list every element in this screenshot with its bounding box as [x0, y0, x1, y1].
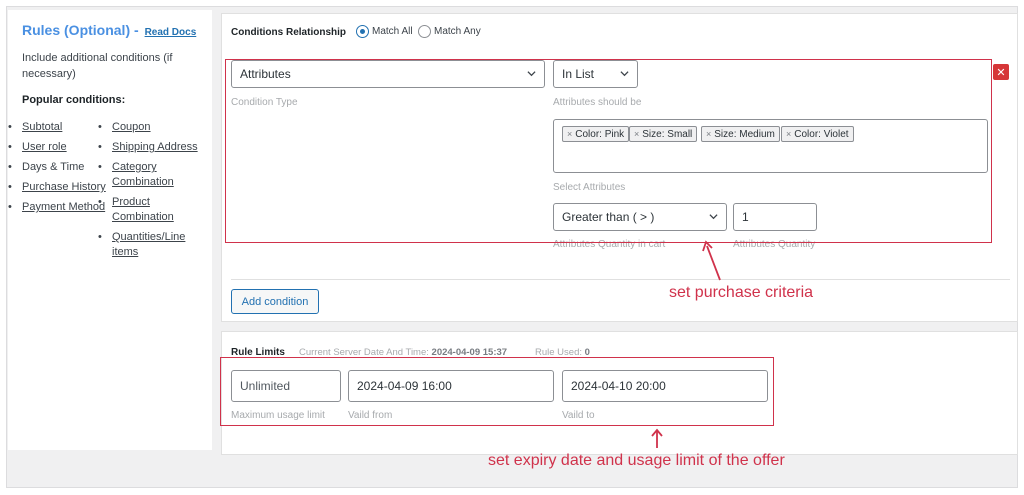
condition-link-product-combination[interactable]: Product Combination [98, 195, 208, 225]
sidebar-title: Rules (Optional) - Read Docs [22, 22, 196, 38]
annotation-purchase-criteria: set purchase criteria [669, 284, 814, 301]
condition-link-label[interactable]: Category Combination [112, 161, 174, 188]
divider [231, 279, 1010, 280]
popular-conditions-list-2: Coupon Shipping Address Category Combina… [98, 120, 208, 265]
arrow-up-icon [702, 240, 721, 281]
read-docs-link[interactable]: Read Docs [145, 27, 197, 38]
condition-link-quantities[interactable]: Quantities/Line items [98, 230, 208, 260]
condition-link-category-combination[interactable]: Category Combination [98, 160, 208, 190]
condition-link-label[interactable]: Coupon [112, 121, 151, 133]
condition-link-label[interactable]: Payment Method [22, 201, 105, 213]
match-any-radio[interactable]: Match Any [418, 25, 481, 38]
radio-checked-icon[interactable] [356, 25, 369, 38]
match-any-label[interactable]: Match Any [434, 26, 481, 37]
add-condition-button[interactable]: Add condition [231, 289, 319, 314]
condition-link-label[interactable]: Subtotal [22, 121, 62, 133]
popular-conditions-heading: Popular conditions: [22, 94, 126, 106]
close-icon[interactable]: ✕ [996, 66, 1005, 79]
match-all-label[interactable]: Match All [372, 26, 413, 37]
arrow-up-icon [651, 428, 663, 448]
condition-link-coupon[interactable]: Coupon [98, 120, 208, 135]
annotation-box-criteria [225, 59, 992, 243]
condition-link-label[interactable]: Product Combination [112, 196, 174, 223]
condition-link-label[interactable]: User role [22, 141, 67, 153]
rules-sidebar: Rules (Optional) - Read Docs Include add… [8, 10, 212, 450]
conditions-relationship-label: Conditions Relationship [231, 27, 346, 38]
condition-link-label[interactable]: Shipping Address [112, 141, 198, 153]
sidebar-title-text: Rules (Optional) [22, 22, 131, 38]
radio-unchecked-icon[interactable] [418, 25, 431, 38]
condition-link-label[interactable]: Quantities/Line items [112, 231, 185, 258]
title-separator: - [134, 22, 139, 38]
condition-link-shipping-address[interactable]: Shipping Address [98, 140, 208, 155]
sidebar-description: Include additional conditions (if necess… [22, 52, 173, 80]
match-all-radio[interactable]: Match All [356, 25, 413, 38]
condition-label: Days & Time [22, 161, 85, 173]
annotation-box-limits [220, 357, 774, 426]
annotation-expiry: set expiry date and usage limit of the o… [488, 452, 785, 469]
remove-condition-button[interactable]: ✕ [993, 64, 1009, 80]
condition-link-label[interactable]: Purchase History [22, 181, 106, 193]
